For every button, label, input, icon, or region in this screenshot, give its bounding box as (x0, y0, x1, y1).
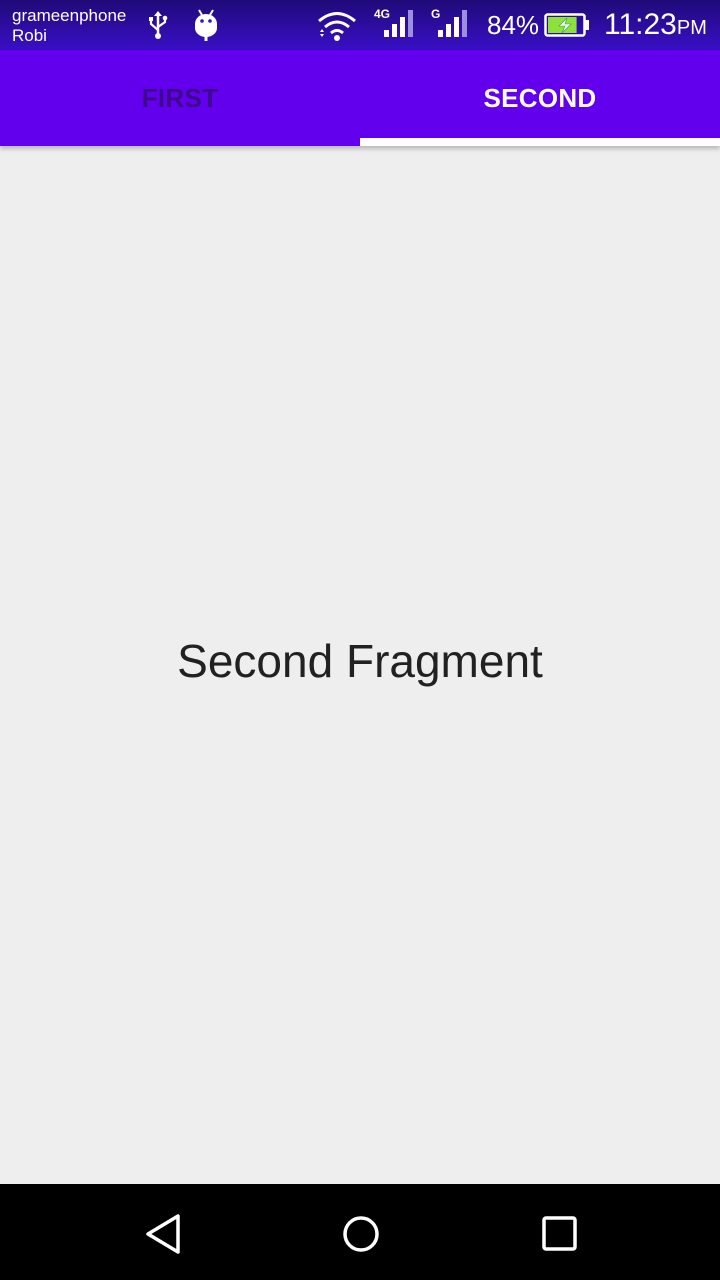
usb-icon (149, 11, 168, 39)
fragment-label: Second Fragment (177, 635, 543, 687)
battery-charging-icon (544, 13, 589, 37)
home-icon[interactable] (339, 1212, 383, 1256)
battery-percent: 84% (487, 10, 540, 40)
clock-time: 11:23 (604, 8, 677, 41)
navigation-bar (0, 1184, 720, 1280)
tab-indicator (360, 138, 720, 146)
tab-bar: FIRST SECOND (0, 50, 720, 146)
signal-4g-icon: 4G (374, 7, 413, 37)
back-icon[interactable] (142, 1212, 186, 1256)
network-2-label: G (431, 7, 440, 21)
clock: 11:23PM (604, 7, 707, 46)
signal-g-icon: G (431, 7, 467, 37)
clock-suffix: PM (676, 17, 707, 39)
carrier-primary: grameenphone (12, 6, 127, 25)
tab-first[interactable]: FIRST (0, 50, 360, 146)
wifi-icon (318, 12, 356, 41)
recents-icon[interactable] (538, 1212, 582, 1256)
carrier-secondary: Robi (12, 26, 47, 45)
network-1-label: 4G (374, 7, 390, 21)
status-bar: grameenphone Robi 4G G 84% 11:23PM (0, 0, 720, 50)
carrier-names: grameenphone Robi (12, 6, 126, 46)
tab-second[interactable]: SECOND (360, 50, 720, 146)
android-debug-icon (195, 9, 217, 41)
fragment-content: Second Fragment (0, 146, 720, 1184)
